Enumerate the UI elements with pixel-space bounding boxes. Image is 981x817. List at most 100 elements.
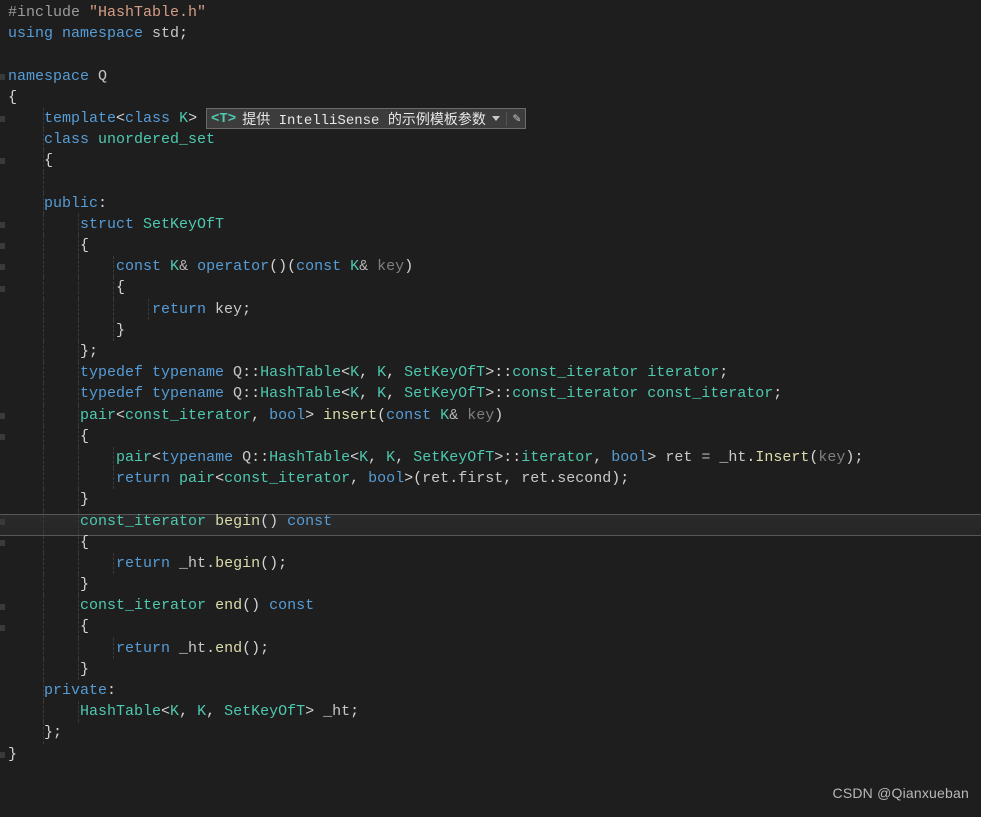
code-line[interactable]: typedef typename Q::HashTable<K, K, SetK… — [0, 362, 981, 383]
code-line[interactable]: } — [0, 489, 981, 510]
code-line[interactable]: { — [0, 277, 981, 298]
token: < — [350, 449, 359, 466]
token: return — [152, 301, 215, 318]
code-line[interactable]: return key; — [0, 299, 981, 320]
code-line[interactable]: class unordered_set — [0, 129, 981, 150]
code-line[interactable]: const_iterator end() const — [0, 595, 981, 616]
code-line[interactable]: const K& operator()(const K& key) — [0, 256, 981, 277]
code-line[interactable]: const_iterator begin() const — [0, 511, 981, 532]
token: () — [242, 640, 260, 657]
indent-guide — [43, 574, 44, 595]
token: pair — [80, 407, 116, 424]
code-line[interactable]: return _ht.end(); — [0, 638, 981, 659]
indent-guide — [113, 256, 114, 277]
code-line[interactable]: { — [0, 532, 981, 553]
code-line[interactable] — [0, 44, 981, 65]
token: key — [818, 449, 845, 466]
indent-guide — [43, 193, 44, 214]
code-line[interactable]: { — [0, 150, 981, 171]
indent-guide — [43, 511, 44, 532]
token: < — [116, 110, 125, 127]
token: end — [215, 597, 242, 614]
indent-guide — [43, 150, 44, 171]
token: typedef — [80, 364, 152, 381]
token: & — [179, 258, 197, 275]
code-line[interactable]: }; — [0, 341, 981, 362]
indent-guide — [113, 320, 114, 341]
token: typename — [152, 364, 233, 381]
token: { — [8, 279, 125, 296]
code-line[interactable]: { — [0, 235, 981, 256]
token: operator — [197, 258, 269, 275]
token: :: — [242, 364, 260, 381]
token — [206, 597, 215, 614]
code-line[interactable]: public: — [0, 193, 981, 214]
code-line[interactable]: pair<typename Q::HashTable<K, K, SetKeyO… — [0, 447, 981, 468]
token: , — [251, 407, 269, 424]
token: pair — [179, 470, 215, 487]
indent-guide — [113, 277, 114, 298]
indent-guide — [78, 659, 79, 680]
token — [638, 364, 647, 381]
code-line[interactable]: using namespace std; — [0, 23, 981, 44]
token: _ht — [179, 640, 206, 657]
chevron-down-icon[interactable] — [492, 116, 500, 121]
token: key — [215, 301, 242, 318]
code-editor[interactable]: #include "HashTable.h"using namespace st… — [0, 0, 981, 817]
pencil-icon[interactable]: ✎ — [513, 111, 521, 126]
token: return — [116, 640, 179, 657]
token: . — [206, 640, 215, 657]
token: ) — [494, 407, 503, 424]
token: ( — [377, 407, 386, 424]
token: const — [116, 258, 170, 275]
code-line[interactable]: #include "HashTable.h" — [0, 2, 981, 23]
code-line[interactable]: { — [0, 426, 981, 447]
token: HashTable — [80, 703, 161, 720]
divider — [506, 112, 507, 126]
token: , — [368, 449, 386, 466]
code-line[interactable]: namespace Q — [0, 66, 981, 87]
token: K — [170, 703, 179, 720]
token: bool — [368, 470, 404, 487]
code-line[interactable]: } — [0, 744, 981, 765]
code-line[interactable]: struct SetKeyOfT — [0, 214, 981, 235]
token: & — [449, 407, 467, 424]
code-line[interactable]: } — [0, 659, 981, 680]
token: _ht — [719, 449, 746, 466]
code-line[interactable]: typedef typename Q::HashTable<K, K, SetK… — [0, 383, 981, 404]
code-line[interactable]: { — [0, 87, 981, 108]
code-line[interactable]: HashTable<K, K, SetKeyOfT> _ht; — [0, 701, 981, 722]
indent-guide — [78, 511, 79, 532]
indent-guide — [113, 299, 114, 320]
indent-guide — [43, 129, 44, 150]
token: typename — [152, 385, 233, 402]
indent-guide — [43, 722, 44, 743]
token: const_iterator — [80, 513, 206, 530]
token: :: — [251, 449, 269, 466]
token — [8, 385, 80, 402]
token: SetKeyOfT — [404, 364, 485, 381]
indent-guide — [43, 447, 44, 468]
token: , — [593, 449, 611, 466]
token: using — [8, 25, 62, 42]
code-line[interactable]: }; — [0, 722, 981, 743]
intellisense-hint[interactable]: <T> 提供 IntelliSense 的示例模板参数 ✎ — [206, 108, 526, 129]
token: , — [386, 364, 404, 381]
code-line[interactable]: pair<const_iterator, bool> insert(const … — [0, 405, 981, 426]
token: : — [98, 195, 107, 212]
code-line[interactable]: { — [0, 616, 981, 637]
token: K — [197, 703, 206, 720]
token: ; — [260, 640, 269, 657]
token — [8, 640, 116, 657]
token: HashTable — [260, 385, 341, 402]
code-line[interactable]: } — [0, 574, 981, 595]
token: bool — [269, 407, 305, 424]
code-line[interactable] — [0, 172, 981, 193]
code-line[interactable]: return _ht.begin(); — [0, 553, 981, 574]
code-line[interactable]: return pair<const_iterator, bool>(ret.fi… — [0, 468, 981, 489]
token: Q — [233, 385, 242, 402]
token: iterator — [521, 449, 593, 466]
token: _ht — [179, 555, 206, 572]
code-line[interactable]: } — [0, 320, 981, 341]
code-line[interactable]: private: — [0, 680, 981, 701]
